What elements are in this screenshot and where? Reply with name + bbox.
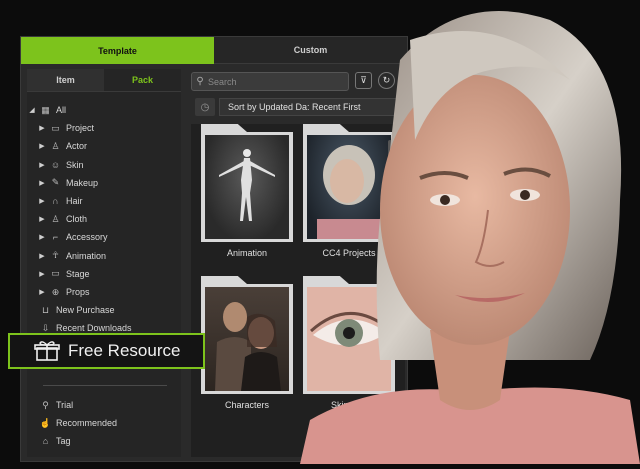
free-resource-button[interactable]: Free Resource: [8, 333, 205, 369]
makeup-icon: ✎: [51, 177, 60, 188]
tree-item-props[interactable]: ▶ ⊕ Props: [37, 283, 90, 301]
animation-icon: ☥: [52, 250, 59, 261]
tree-item-label: Tag: [56, 436, 71, 447]
thumbnail: [201, 284, 293, 394]
tab-pack[interactable]: Pack: [104, 69, 181, 91]
search-placeholder: Search: [208, 76, 237, 87]
trial-icon: ⚲: [42, 399, 49, 410]
grid-icon: ▦: [41, 104, 50, 115]
sidebar-tabs: Item Pack: [27, 69, 181, 92]
card-label: Animation: [226, 248, 268, 258]
clock-icon: ◷: [200, 101, 210, 113]
tree-item-actor[interactable]: ▶ ♙ Actor: [37, 137, 87, 155]
stage-icon: ▭: [51, 268, 60, 279]
tree-item-label: Makeup: [66, 177, 99, 188]
history-button[interactable]: ◷: [195, 98, 215, 116]
card-label: Characters: [224, 400, 269, 410]
folder-icon: ▭: [51, 122, 60, 133]
folder-tab: [201, 276, 247, 284]
expand-down-icon[interactable]: ◢: [27, 106, 37, 114]
tree-item-stage[interactable]: ▶ ▭ Stage: [37, 265, 90, 283]
tree-item-label: Skin: [66, 159, 84, 170]
tag-icon: ⌂: [42, 436, 49, 447]
tree-item-skin[interactable]: ▶ ☺ Skin: [37, 156, 84, 174]
tree-item-accessory[interactable]: ▶ ⌐ Accessory: [37, 228, 108, 246]
expand-right-icon[interactable]: ▶: [37, 270, 47, 278]
tree-item-label: Props: [66, 287, 90, 297]
skin-icon: ☺: [50, 159, 61, 170]
tree-item-label: Hair: [66, 196, 83, 206]
tree-item-all[interactable]: ◢ ▦ All: [27, 101, 66, 119]
tree-item-label: Accessory: [66, 232, 108, 243]
tree-item-label: Actor: [66, 141, 88, 152]
folder-tab: [201, 124, 247, 132]
expand-right-icon[interactable]: ▶: [37, 179, 47, 187]
expand-right-icon[interactable]: ▶: [37, 252, 47, 260]
expand-right-icon[interactable]: ▶: [37, 215, 47, 223]
search-icon: ⚲: [196, 76, 204, 87]
free-resource-label: Free Resource: [68, 341, 181, 360]
tab-template[interactable]: Template: [21, 37, 214, 64]
tree-item-label: Project: [66, 123, 95, 134]
tree-item-recommended[interactable]: ☝ Recommended: [27, 414, 117, 432]
expand-right-icon[interactable]: ▶: [37, 142, 47, 150]
tree-item-cloth[interactable]: ▶ ♙ Cloth: [37, 210, 87, 228]
actor-icon: ♙: [51, 140, 60, 151]
tree-item-label: New Purchase: [56, 305, 115, 316]
thumbnail: [201, 132, 293, 242]
props-icon: ⊕: [51, 286, 60, 297]
expand-right-icon[interactable]: ▶: [37, 197, 47, 205]
tree-item-hair[interactable]: ▶ ∩ Hair: [37, 192, 83, 210]
expand-right-icon[interactable]: ▶: [37, 124, 47, 132]
tab-item[interactable]: Item: [27, 69, 104, 91]
tree-item-label: Cloth: [66, 214, 88, 225]
expand-right-icon[interactable]: ▶: [37, 288, 47, 296]
tree-item-trial[interactable]: ⚲ Trial: [27, 396, 73, 414]
characters-thumbnail-image: [205, 287, 289, 391]
tree-item-label: Stage: [66, 268, 90, 279]
tree-item-project[interactable]: ▶ ▭ Project: [37, 119, 94, 137]
tree-item-label: Recommended: [56, 418, 118, 429]
thumbs-up-icon: ☝: [39, 417, 52, 428]
tree-item-label: Animation: [66, 250, 107, 261]
accessory-icon: ⌐: [52, 232, 59, 243]
download-icon: ⇩: [41, 322, 50, 333]
cloth-icon: ♙: [51, 213, 60, 224]
sidebar: Item Pack ◢ ▦ All ▶ ▭ Project ▶ ♙ Actor ▶ ☺ Skin ▶ ✎ M…: [27, 69, 181, 457]
gift-icon: [34, 341, 60, 361]
woman-portrait-image: [300, 0, 640, 464]
tree-item-label: Trial: [56, 400, 74, 410]
cart-icon: ⊔: [41, 304, 50, 315]
expand-right-icon[interactable]: ▶: [37, 233, 47, 241]
tree-item-label: All: [56, 105, 67, 115]
divider: [43, 385, 167, 386]
expand-right-icon[interactable]: ▶: [37, 161, 47, 169]
tree-item-new-purchase[interactable]: ⊔ New Purchase: [27, 301, 115, 319]
hair-icon: ∩: [52, 196, 59, 206]
tree-item-makeup[interactable]: ▶ ✎ Makeup: [37, 174, 98, 192]
tree-item-label: Recent Downloads: [56, 323, 132, 334]
tree-item-tag[interactable]: ⌂ Tag: [27, 432, 71, 450]
animation-thumbnail-image: [205, 135, 289, 239]
tree-item-animation[interactable]: ▶ ☥ Animation: [37, 247, 106, 265]
